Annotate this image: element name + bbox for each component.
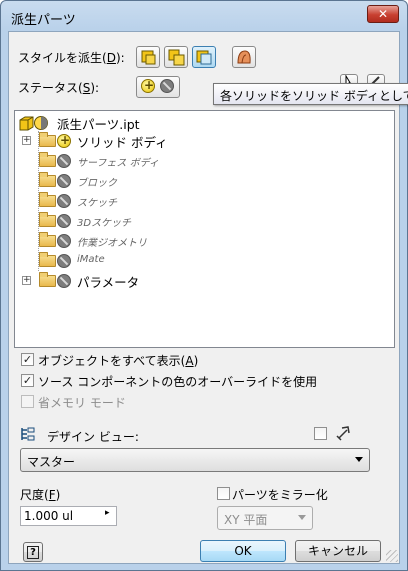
tooltip: 各ソリッドをソリッド ボディとして [213, 83, 408, 105]
design-view-associative-checkbox[interactable] [314, 427, 327, 440]
folder-icon [39, 132, 56, 147]
resize-grip[interactable] [386, 550, 398, 562]
tree-item-3d-sketches[interactable]: 3Dスケッチ [15, 211, 315, 229]
window-title: 派生パーツ [11, 13, 76, 28]
color-override-label: ソース コンポーネントの色のオーバーライドを使用 [38, 375, 318, 389]
style-separate-solid-icons [196, 50, 212, 65]
status-label: ステータス(S): [18, 79, 99, 96]
scale-label-text: 尺度( [20, 488, 49, 502]
folder-icon [39, 272, 56, 287]
folder-icon [39, 232, 56, 247]
cancel-button[interactable]: キャンセル [295, 540, 381, 562]
status-toggle-button[interactable] [136, 76, 180, 98]
scale-label: 尺度(F) [20, 486, 60, 503]
style-composite-button[interactable] [164, 46, 188, 68]
tree-item-parameters[interactable]: + パラメータ [15, 271, 315, 290]
expand-icon[interactable]: + [22, 276, 31, 285]
chevron-down-icon [355, 457, 363, 462]
style-surface-button[interactable] [232, 46, 256, 68]
help-icon: ? [27, 546, 39, 559]
tree-item-blocks[interactable]: ブロック [15, 171, 315, 189]
mirror-part-label: パーツをミラー化 [232, 488, 328, 502]
tree-item-label: 3Dスケッチ [77, 218, 132, 229]
design-view-dropdown[interactable]: マスター [20, 448, 370, 472]
tree-item-label: サーフェス ボディ [77, 158, 159, 169]
status-label-end: ): [90, 81, 100, 95]
color-override-checkbox[interactable]: ✓ [21, 374, 34, 387]
scale-input[interactable]: 1.000 ul [20, 506, 117, 526]
scale-value: 1.000 ul [24, 509, 74, 523]
tree-item-label: ソリッド ボディ [77, 135, 168, 150]
close-button[interactable]: ✕ [367, 5, 399, 23]
show-all-label: オブジェクトをすべて表示(A) [38, 352, 198, 369]
part-file-icon [19, 116, 48, 131]
style-label-accel: D [106, 51, 116, 65]
reduced-memory-label: 省メモリ モード [38, 396, 126, 410]
exclude-status-icon[interactable] [57, 194, 71, 208]
style-label-text: スタイルを派生( [18, 51, 107, 65]
folder-icon [39, 252, 56, 267]
design-view-icon [21, 427, 35, 441]
tree-item-solid-bodies[interactable]: + ソリッド ボディ [15, 131, 315, 150]
style-single-composite-icon [168, 49, 185, 66]
mirror-plane-selected: XY 平面 [224, 513, 268, 527]
tree-item-label: 作業ジオメトリ [77, 238, 147, 249]
folder-icon [39, 192, 56, 207]
exclude-status-icon[interactable] [57, 214, 71, 228]
style-solid-body-icon [141, 50, 156, 65]
mirror-plane-dropdown[interactable]: XY 平面 [217, 506, 313, 530]
include-status-icon [141, 78, 155, 93]
scale-label-end: ) [55, 488, 61, 502]
tree-item-surface-bodies[interactable]: サーフェス ボディ [15, 151, 315, 169]
style-label-end: ): [115, 51, 125, 65]
tree-item-label: iMate [77, 254, 105, 265]
exclude-status-icon [160, 79, 174, 93]
exclude-status-icon[interactable] [57, 154, 71, 168]
chevron-down-icon [298, 515, 306, 520]
exclude-status-icon[interactable] [57, 254, 71, 268]
folder-icon [39, 212, 56, 227]
scale-label-accel: F [48, 488, 56, 502]
tree-item-label: ブロック [77, 178, 117, 189]
show-all-text: オブジェクトをすべて表示( [38, 354, 186, 368]
expand-icon[interactable]: + [22, 136, 31, 145]
play-arrow-icon[interactable]: ▸ [105, 508, 110, 518]
design-view-selected: マスター [27, 455, 76, 469]
style-surface-icon [237, 50, 251, 64]
tree-item-work-geometry[interactable]: 作業ジオメトリ [15, 231, 315, 249]
tree-item-sketches[interactable]: スケッチ [15, 191, 315, 209]
tree-item-imate[interactable]: iMate [15, 251, 315, 269]
design-view-label: デザイン ビュー: [47, 430, 139, 444]
include-status-icon[interactable] [57, 133, 71, 148]
reduced-memory-checkbox[interactable] [21, 395, 34, 408]
style-label: スタイルを派生(D): [18, 49, 125, 66]
tree-item-label: パラメータ [77, 275, 140, 290]
style-separate-solids-button[interactable] [192, 46, 216, 68]
style-single-solid-button[interactable] [136, 46, 160, 68]
link-icon [336, 426, 350, 441]
show-all-checkbox[interactable]: ✓ [21, 353, 34, 366]
ok-button[interactable]: OK [200, 540, 286, 562]
status-label-text: ステータス( [18, 81, 83, 95]
show-all-accel: A [185, 354, 194, 368]
mirror-part-checkbox[interactable] [217, 487, 230, 500]
dialog-window: 派生パーツ ✕ スタイルを派生(D): ステータス(S): 各ソリッド [0, 0, 408, 571]
show-all-end: ) [193, 354, 199, 368]
exclude-status-icon[interactable] [57, 174, 71, 188]
title-bar[interactable]: 派生パーツ ✕ [1, 1, 407, 31]
component-tree[interactable]: 派生パーツ.ipt + ソリッド ボディ サーフェス ボディ ブロック [14, 110, 395, 348]
folder-icon [39, 172, 56, 187]
help-button[interactable]: ? [23, 542, 43, 562]
exclude-status-icon[interactable] [57, 234, 71, 248]
tree-item-label: スケッチ [77, 198, 117, 209]
folder-icon [39, 152, 56, 167]
exclude-status-icon[interactable] [57, 274, 71, 288]
dialog-body: スタイルを派生(D): ステータス(S): 各ソリッドをソリッド ボディとして [8, 31, 408, 564]
